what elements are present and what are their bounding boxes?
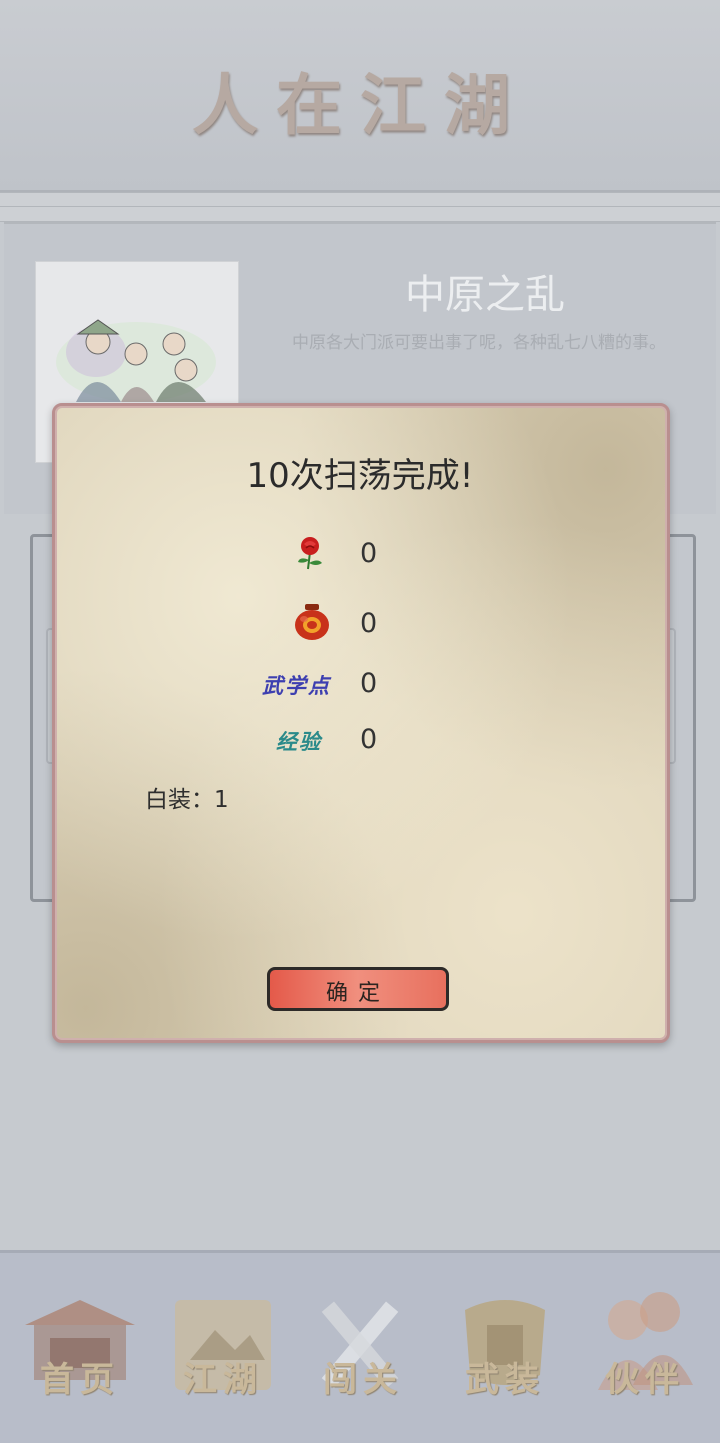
sweep-result-dialog xyxy=(52,403,670,1043)
white-equipment-count: 白装：1 xyxy=(145,787,229,813)
wine-count: 0 xyxy=(360,608,378,639)
confirm-button-label: 确定 xyxy=(325,981,390,1006)
confirm-button[interactable]: 确定 xyxy=(267,967,449,1011)
wine-jar-icon xyxy=(292,602,332,646)
martial-points-label: 武学点 xyxy=(262,673,331,698)
experience-label: 经验 xyxy=(276,729,322,754)
rose-count: 0 xyxy=(360,538,378,569)
martial-points-value: 0 xyxy=(360,668,378,699)
rose-icon xyxy=(294,536,326,574)
modal-overlay: 10次扫荡完成! 0 0 武学点 0 经验 0 白装：1 确定 xyxy=(0,0,720,1440)
experience-value: 0 xyxy=(360,724,378,755)
dialog-title: 10次扫荡完成! xyxy=(246,456,474,496)
